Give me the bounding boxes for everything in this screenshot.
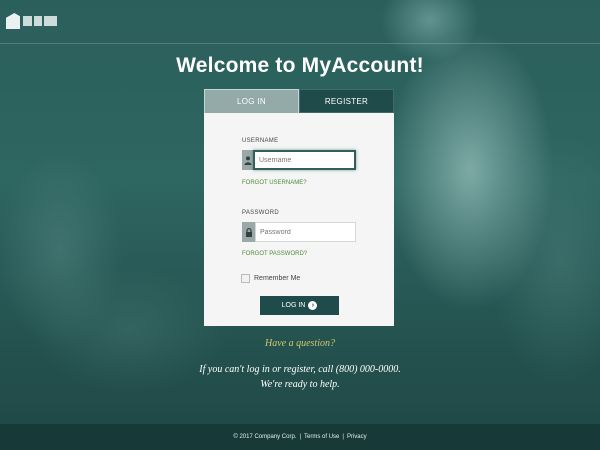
privacy-link[interactable]: Privacy	[347, 434, 367, 440]
footer-separator: |	[299, 434, 302, 440]
password-input[interactable]	[255, 222, 356, 242]
help-text: If you can't log in or register, call (8…	[199, 364, 401, 390]
password-group	[242, 222, 356, 242]
forgot-username-link[interactable]: FORGOT USERNAME?	[242, 180, 307, 186]
forgot-password-link[interactable]: FORGOT PASSWORD?	[242, 251, 307, 257]
log-in-button[interactable]: LOG IN ›	[260, 296, 339, 315]
user-icon	[242, 150, 253, 170]
copyright-text: © 2017 Company Corp.	[233, 434, 297, 440]
terms-of-use-link[interactable]: Terms of Use	[304, 434, 339, 440]
username-label: USERNAME	[242, 138, 279, 144]
remember-me-label: Remember Me	[254, 275, 301, 282]
tab-register[interactable]: REGISTER	[299, 89, 394, 113]
company-logo[interactable]	[6, 11, 58, 31]
arrow-right-circle-icon: ›	[308, 301, 318, 310]
tab-log-in[interactable]: LOG IN	[204, 89, 299, 113]
remember-me: Remember Me	[241, 274, 300, 283]
username-group	[242, 150, 356, 170]
footer-separator: |	[342, 434, 344, 440]
login-card: USERNAME FORGOT USERNAME? PASSWORD FORGO…	[204, 113, 394, 326]
footer: © 2017 Company Corp. | Terms of Use | Pr…	[0, 424, 600, 450]
top-bar	[0, 0, 600, 44]
username-input[interactable]	[253, 150, 356, 170]
lock-icon	[242, 222, 255, 242]
password-label: PASSWORD	[242, 210, 279, 216]
remember-me-checkbox[interactable]	[241, 274, 250, 283]
auth-tabs: LOG IN REGISTER	[204, 89, 394, 113]
have-question-heading: Have a question?	[265, 338, 335, 349]
logo-mark-icon	[6, 13, 20, 29]
page-title: Welcome to MyAccount!	[176, 54, 424, 77]
log-in-button-label: LOG IN	[281, 302, 306, 309]
